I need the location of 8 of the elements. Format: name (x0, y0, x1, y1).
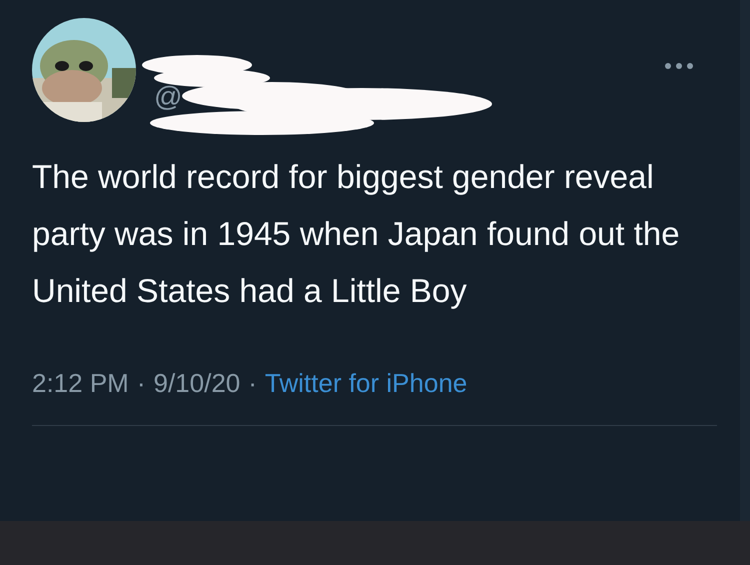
separator-dot: · (248, 367, 257, 400)
source-link[interactable]: Twitter for iPhone (264, 364, 468, 403)
separator-dot: · (136, 367, 146, 400)
tweet-date: 9/10/20 (154, 367, 240, 400)
handle-text: @ (154, 80, 182, 114)
more-options-icon[interactable] (664, 62, 694, 70)
tweet-time: 2:12 PM (32, 367, 129, 400)
tweet-text: The world record for biggest gender reveal party was in 1945 when Japan found out the United States had a Little Boy (32, 157, 681, 311)
